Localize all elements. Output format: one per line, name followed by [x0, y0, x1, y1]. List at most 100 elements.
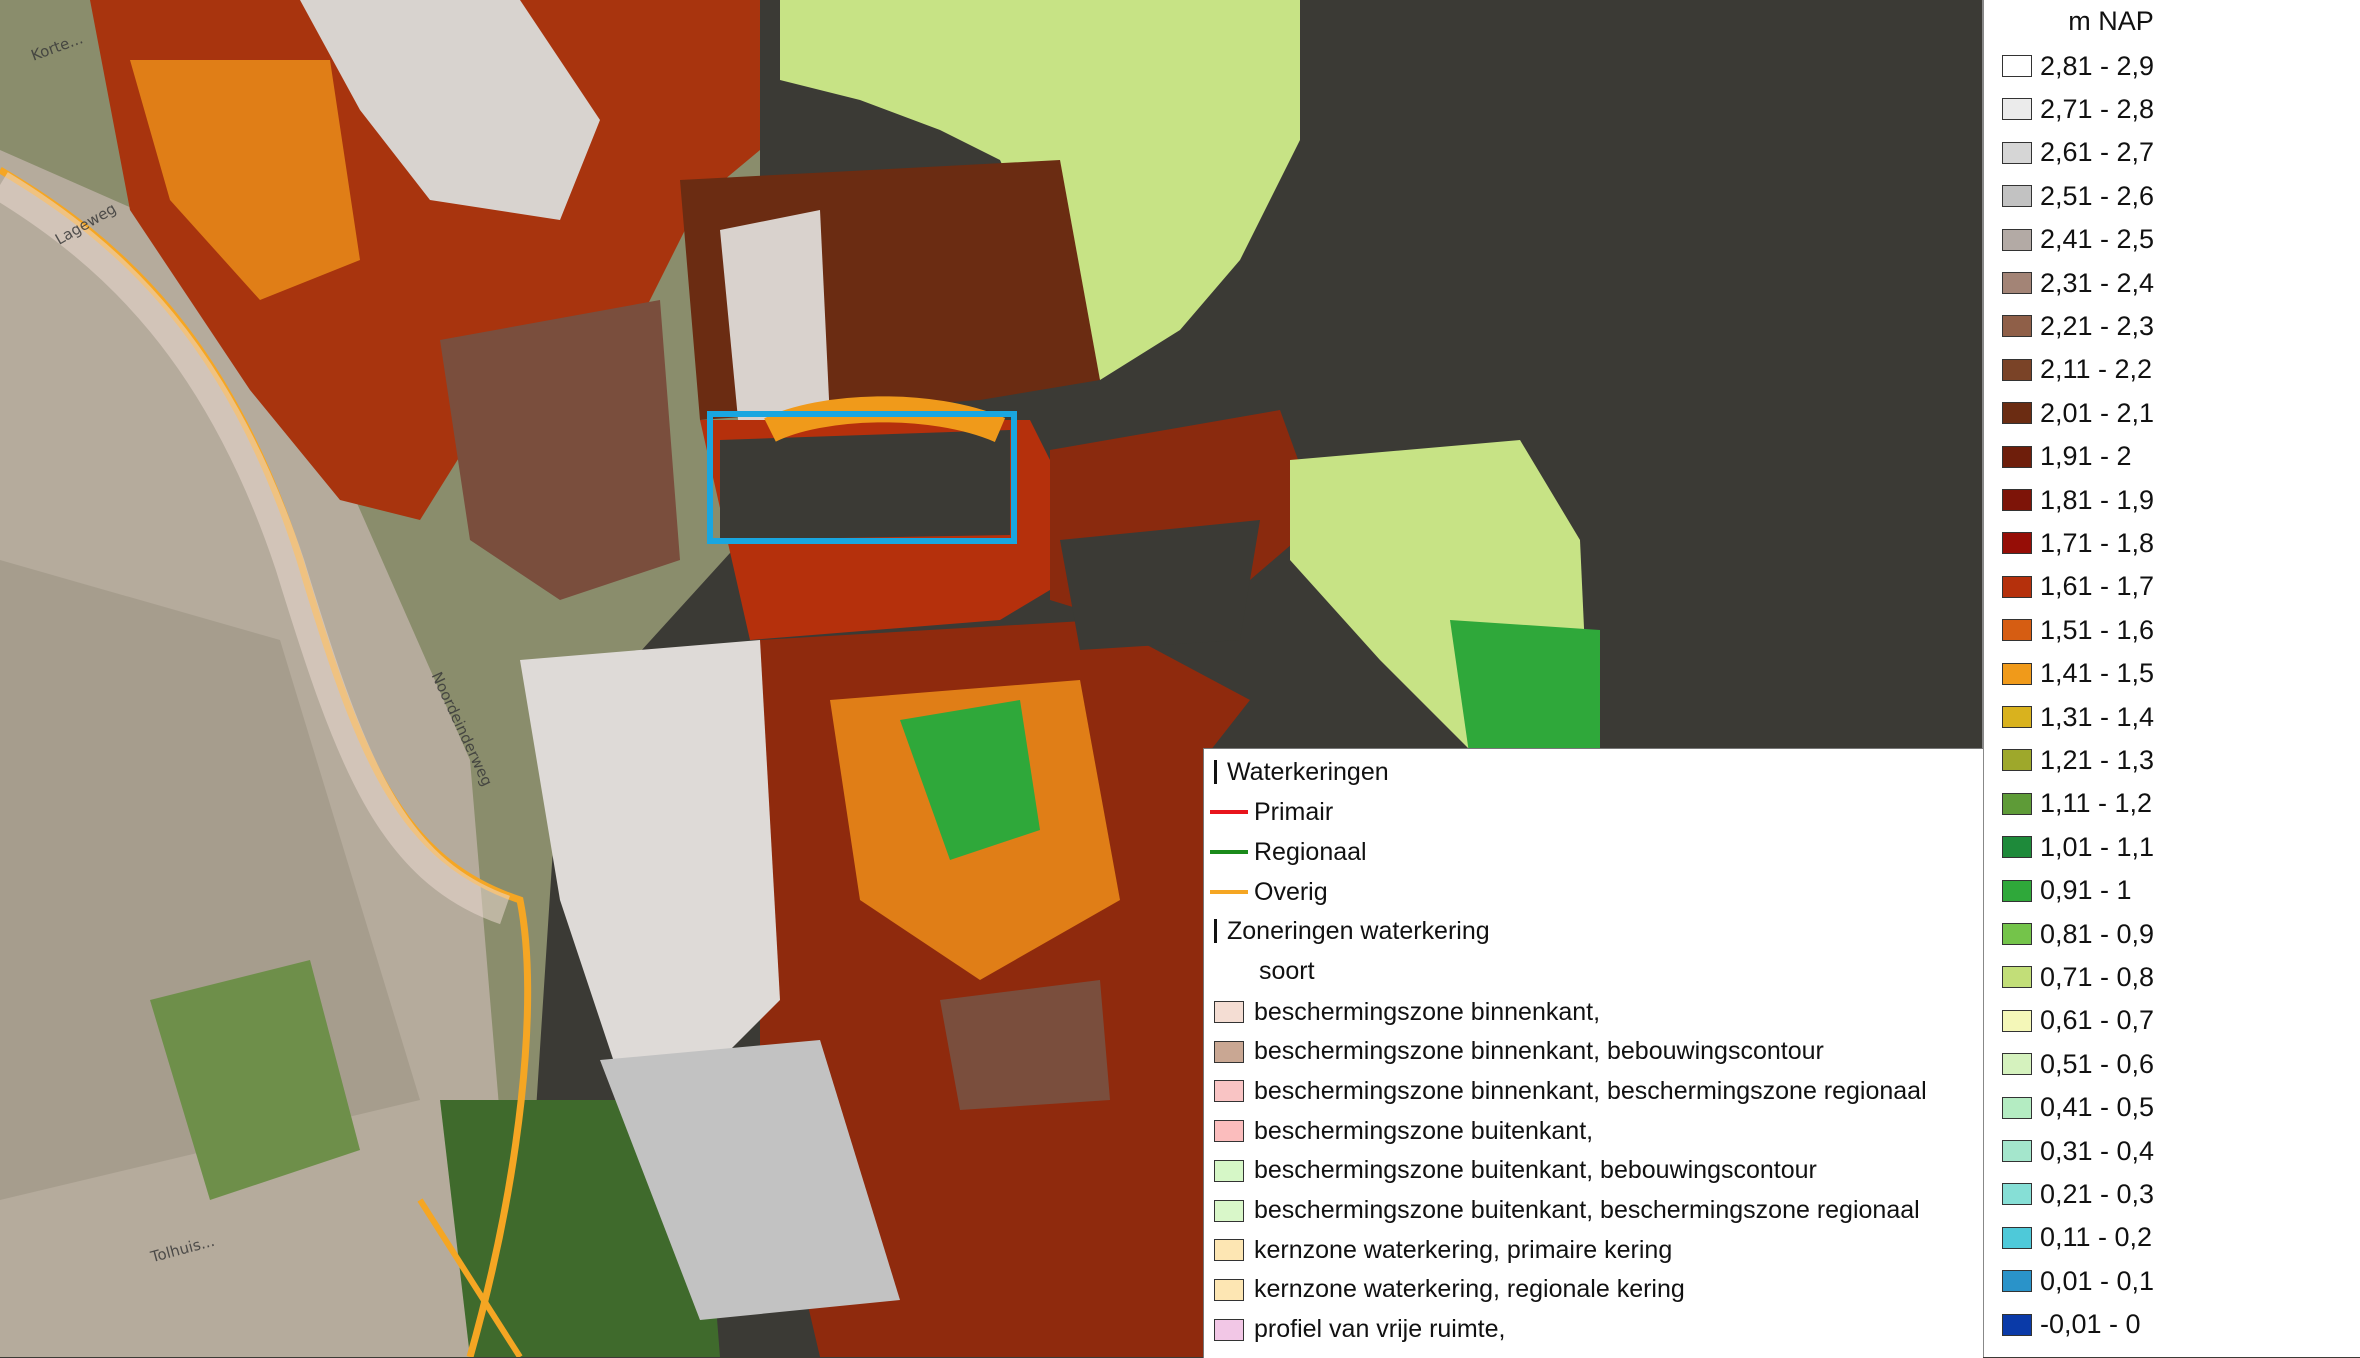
building-south: [940, 980, 1110, 1110]
elevation-class-swatch: [2002, 358, 2032, 381]
elevation-class-swatch: [2002, 792, 2032, 815]
zone-swatch: [1214, 1199, 1244, 1222]
elevation-class-label: 2,21 - 2,3: [2040, 310, 2155, 341]
elevation-class-swatch: [2002, 662, 2032, 685]
elevation-class-swatch: [2002, 619, 2032, 642]
elevation-class-label: 0,51 - 0,6: [2040, 1048, 2155, 1079]
elevation-class-label: 2,81 - 2,9: [2040, 50, 2155, 81]
zone-swatch: [1214, 1318, 1244, 1341]
elevation-class-row: 1,11 - 1,2: [2002, 784, 2152, 824]
elevation-class-label: 1,81 - 1,9: [2040, 484, 2155, 515]
waterkering-line-label: Primair: [1254, 797, 1334, 826]
harbour-water-east: [1060, 520, 1260, 650]
elevation-class-row: 0,51 - 0,6: [2002, 1044, 2154, 1084]
layer-marker: [1214, 919, 1217, 943]
elevation-class-label: 1,71 - 1,8: [2040, 527, 2155, 558]
elevation-class-label: 2,31 - 2,4: [2040, 267, 2155, 298]
elevation-class-row: 2,81 - 2,9: [2002, 46, 2154, 86]
elevation-class-label: 0,61 - 0,7: [2040, 1005, 2155, 1036]
selection-rectangle: [707, 411, 1017, 544]
elevation-class-label: 1,31 - 1,4: [2040, 701, 2155, 732]
elevation-class-label: 2,51 - 2,6: [2040, 180, 2155, 211]
waterkering-line-symbol: [1210, 890, 1248, 894]
elevation-class-label: 0,11 - 0,2: [2040, 1222, 2153, 1253]
waterkering-line-row: Regionaal: [1210, 833, 1367, 871]
elevation-legend: m NAP 2,81 - 2,9 2,71 - 2,8 2,61 - 2,7 2,51…: [1982, 0, 2360, 1357]
elevation-class-row: 0,71 - 0,8: [2002, 957, 2154, 997]
soort-row: soort: [1259, 952, 1315, 990]
waterkering-line-symbol: [1210, 850, 1248, 854]
elevation-class-swatch: [2002, 879, 2032, 902]
elevation-class-label: 2,01 - 2,1: [2040, 397, 2155, 428]
elevation-class-label: 0,81 - 0,9: [2040, 918, 2155, 949]
elevation-class-label: 2,11 - 2,2: [2040, 354, 2153, 385]
elevation-class-swatch: [2002, 228, 2032, 251]
elevation-class-label: 2,41 - 2,5: [2040, 224, 2155, 255]
elevation-class-label: 0,31 - 0,4: [2040, 1135, 2155, 1166]
elevation-class-label: 1,61 - 1,7: [2040, 571, 2155, 602]
waterkering-line-row: Primair: [1210, 793, 1333, 831]
elevation-class-swatch: [2002, 445, 2032, 468]
waterkeringen-heading: Waterkeringen: [1227, 757, 1389, 786]
elevation-class-row: 0,61 - 0,7: [2002, 1001, 2154, 1041]
elevation-class-swatch: [2002, 966, 2032, 989]
zone-swatch: [1214, 1080, 1244, 1103]
elevation-class-swatch: [2002, 1270, 2032, 1293]
elevation-class-swatch: [2002, 402, 2032, 425]
zone-label: profiel van vrije ruimte,: [1254, 1315, 1506, 1344]
elevation-class-label: 1,51 - 1,6: [2040, 614, 2155, 645]
zone-swatch: [1214, 1239, 1244, 1262]
zone-row: beschermingszone binnenkant,: [1214, 993, 1600, 1031]
elevation-class-row: 2,11 - 2,2: [2002, 350, 2152, 390]
elevation-class-row: 0,31 - 0,4: [2002, 1131, 2154, 1171]
elevation-class-swatch: [2002, 315, 2032, 338]
waterkering-line-row: Overig: [1210, 873, 1328, 911]
elevation-class-swatch: [2002, 749, 2032, 772]
elevation-class-row: 1,71 - 1,8: [2002, 523, 2154, 563]
zone-swatch: [1214, 1001, 1244, 1023]
waterkering-line-label: Regionaal: [1254, 837, 1367, 866]
zone-swatch: [1214, 1120, 1244, 1143]
elevation-class-row: 2,61 - 2,7: [2002, 133, 2154, 173]
elevation-class-label: 1,91 - 2: [2040, 441, 2132, 472]
elevation-class-swatch: [2002, 836, 2032, 859]
elevation-class-swatch: [2002, 272, 2032, 294]
zone-row: beschermingszone binnenkant, bebouwingsc…: [1214, 1033, 1824, 1071]
elevation-class-swatch: [2002, 1226, 2032, 1249]
elevation-class-swatch: [2002, 1053, 2032, 1076]
elevation-class-swatch: [2002, 1183, 2032, 1206]
elevation-class-label: 0,41 - 0,5: [2040, 1092, 2155, 1123]
zoneringen-heading: Zoneringen waterkering: [1227, 916, 1490, 945]
elevation-class-swatch: [2002, 489, 2032, 511]
elevation-class-row: 0,11 - 0,2: [2002, 1218, 2152, 1258]
elevation-class-row: 2,41 - 2,5: [2002, 220, 2154, 260]
zone-row: profiel van vrije ruimte,: [1214, 1311, 1505, 1349]
elevation-class-label: -0,01 - 0: [2040, 1309, 2141, 1340]
zone-legend: Waterkeringen Primair Regionaal Overig Zon…: [1203, 748, 1983, 1358]
zone-row: kernzone waterkering, regionale kering: [1214, 1271, 1685, 1309]
elevation-class-row: 2,31 - 2,4: [2002, 263, 2154, 303]
elevation-class-row: 0,81 - 0,9: [2002, 914, 2154, 954]
elevation-class-row: 1,31 - 1,4: [2002, 697, 2154, 737]
zone-swatch: [1214, 1278, 1244, 1301]
zone-swatch: [1214, 1040, 1244, 1063]
elevation-class-swatch: [2002, 98, 2032, 121]
elevation-class-row: 0,01 - 0,1: [2002, 1261, 2154, 1301]
elevation-class-swatch: [2002, 575, 2032, 598]
zone-label: beschermingszone binnenkant,: [1254, 997, 1601, 1026]
elevation-class-label: 2,71 - 2,8: [2040, 93, 2155, 124]
elevation-class-row: 0,41 - 0,5: [2002, 1088, 2154, 1128]
zone-label: kernzone waterkering, regionale kering: [1254, 1275, 1685, 1304]
zone-swatch: [1214, 1159, 1244, 1182]
elevation-class-swatch: [2002, 185, 2032, 208]
elevation-class-label: 0,01 - 0,1: [2040, 1265, 2155, 1296]
zoneringen-heading-row: Zoneringen waterkering: [1214, 912, 1490, 950]
elevation-class-row: 2,21 - 2,3: [2002, 306, 2154, 346]
elevation-class-swatch: [2002, 141, 2032, 164]
zone-label: beschermingszone buitenkant, bescherming…: [1254, 1196, 1920, 1224]
elevation-class-label: 0,21 - 0,3: [2040, 1178, 2155, 1209]
elevation-class-row: -0,01 - 0: [2002, 1305, 2141, 1345]
elevation-class-row: 1,61 - 1,7: [2002, 567, 2154, 607]
layer-marker: [1214, 760, 1217, 784]
elevation-legend-title: m NAP: [2068, 6, 2154, 36]
